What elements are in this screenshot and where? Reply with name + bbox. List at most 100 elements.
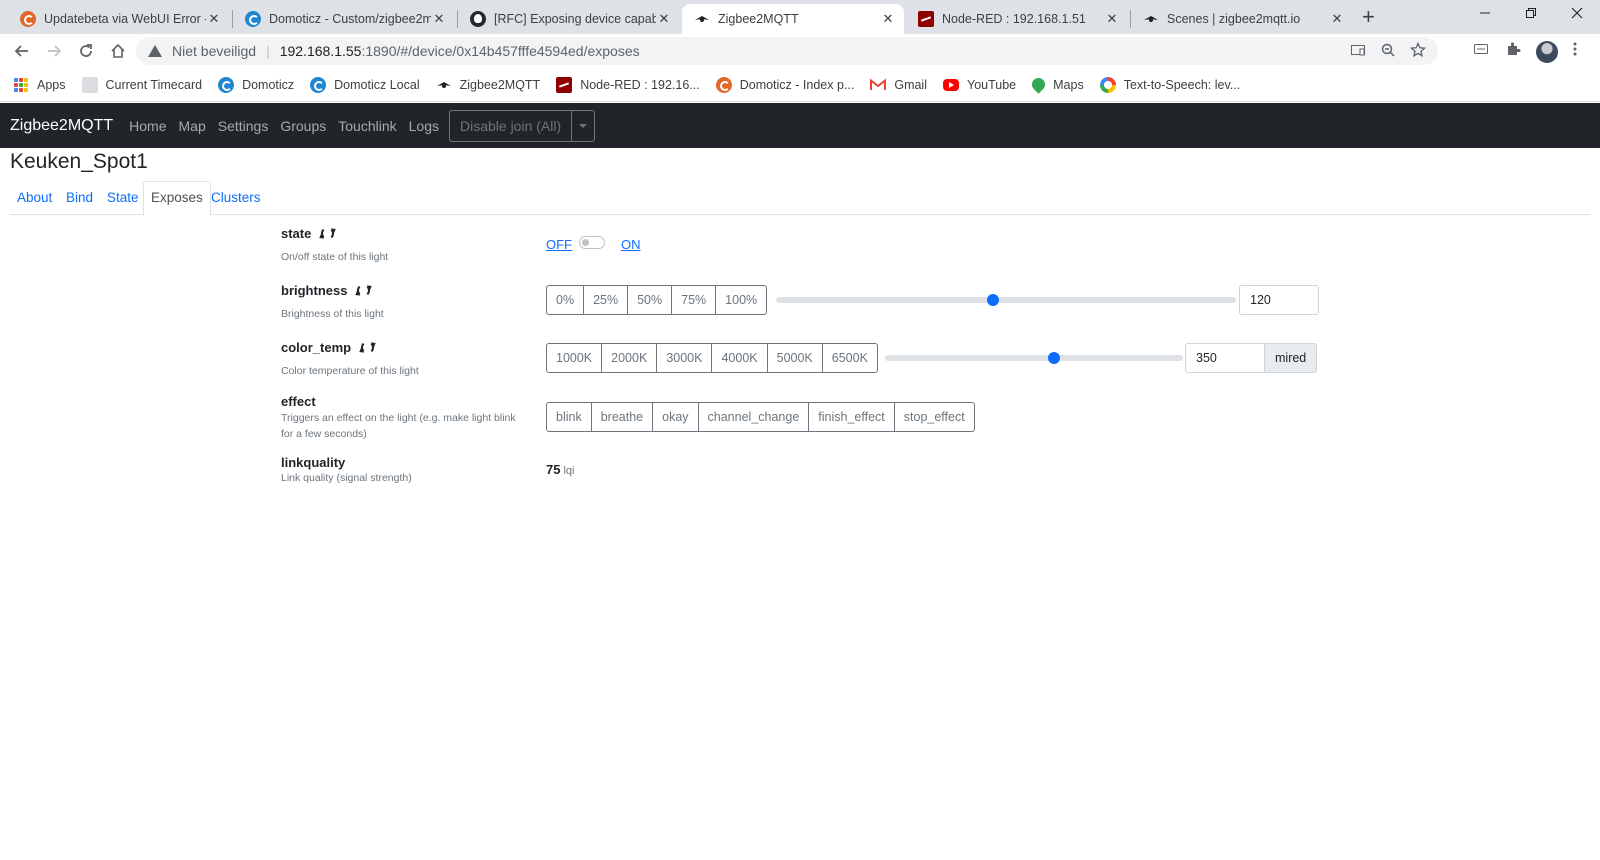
close-icon[interactable]: ✕ bbox=[431, 11, 447, 27]
close-icon[interactable]: ✕ bbox=[880, 11, 896, 27]
tab-bind[interactable]: Bind bbox=[59, 181, 100, 215]
menu-kebab-icon[interactable] bbox=[1572, 41, 1578, 57]
bookmark-label: Zigbee2MQTT bbox=[459, 77, 541, 92]
color-temp-preset-button[interactable]: 3000K bbox=[656, 344, 711, 372]
nav-groups[interactable]: Groups bbox=[274, 118, 332, 134]
browser-tab[interactable]: [RFC] Exposing device capabiliti ✕ bbox=[458, 4, 680, 34]
color-temp-preset-button[interactable]: 5000K bbox=[766, 344, 822, 372]
timecard-icon bbox=[81, 76, 98, 93]
tab-state[interactable]: State bbox=[100, 181, 146, 215]
back-button[interactable] bbox=[10, 39, 34, 63]
effect-button[interactable]: breathe bbox=[590, 403, 652, 431]
color-temp-unit: mired bbox=[1265, 343, 1318, 373]
brightness-preset-button[interactable]: 0% bbox=[547, 286, 583, 314]
expose-name-label: effect bbox=[281, 394, 316, 409]
bookmark-maps[interactable]: Maps bbox=[1029, 75, 1084, 94]
nav-home[interactable]: Home bbox=[123, 118, 172, 134]
close-window-button[interactable] bbox=[1554, 4, 1600, 28]
state-off-button[interactable]: OFF bbox=[546, 237, 572, 252]
star-icon[interactable] bbox=[1410, 42, 1426, 58]
color-temp-preset-button[interactable]: 6500K bbox=[821, 344, 877, 372]
brightness-preset-button[interactable]: 100% bbox=[715, 286, 766, 314]
expose-state: state On/off state of this light OFF ON bbox=[281, 226, 1321, 266]
state-toggle[interactable] bbox=[579, 236, 605, 249]
color-temp-slider[interactable] bbox=[885, 352, 1183, 364]
bookmark-youtube[interactable]: YouTube bbox=[943, 78, 1016, 92]
home-button[interactable] bbox=[106, 39, 130, 63]
color-temp-preset-button[interactable]: 4000K bbox=[711, 344, 766, 372]
effect-button[interactable]: channel_change bbox=[697, 403, 809, 431]
expose-description: Brightness of this light bbox=[281, 308, 384, 320]
tab-clusters[interactable]: Clusters bbox=[204, 181, 268, 215]
app-brand[interactable]: Zigbee2MQTT bbox=[10, 117, 113, 135]
color-temp-presets: 1000K 2000K 3000K 4000K 5000K 6500K bbox=[546, 343, 878, 373]
browser-tab-active[interactable]: Zigbee2MQTT ✕ bbox=[682, 4, 904, 34]
close-icon[interactable]: ✕ bbox=[206, 11, 222, 27]
nav-settings[interactable]: Settings bbox=[212, 118, 275, 134]
tab-exposes[interactable]: Exposes bbox=[143, 181, 211, 216]
join-dropdown-toggle[interactable] bbox=[572, 111, 594, 141]
bookmark-domoticz[interactable]: Domoticz bbox=[218, 76, 294, 93]
reload-icon bbox=[80, 44, 92, 57]
disable-join-button[interactable]: Disable join (All) bbox=[450, 110, 573, 141]
expose-linkquality: linkquality Link quality (signal strengt… bbox=[281, 455, 1321, 491]
state-on-button[interactable]: ON bbox=[621, 237, 641, 252]
bookmark-node-red[interactable]: Node-RED : 192.16... bbox=[556, 76, 700, 93]
close-icon[interactable]: ✕ bbox=[1104, 11, 1120, 27]
reload-button[interactable] bbox=[74, 39, 98, 63]
bookmark-apps[interactable]: Apps bbox=[14, 77, 66, 92]
restore-button[interactable] bbox=[1508, 4, 1554, 28]
nav-touchlink[interactable]: Touchlink bbox=[332, 118, 402, 134]
media-router-icon[interactable] bbox=[1473, 41, 1489, 57]
browser-tab[interactable]: Node-RED : 192.168.1.51 ✕ bbox=[906, 4, 1128, 34]
bookmark-domoticz-local[interactable]: Domoticz Local bbox=[310, 76, 420, 93]
nav-logs[interactable]: Logs bbox=[403, 118, 445, 134]
brightness-preset-button[interactable]: 25% bbox=[583, 286, 627, 314]
brightness-slider[interactable] bbox=[776, 294, 1236, 306]
refresh-icon[interactable] bbox=[361, 341, 375, 354]
bookmark-gmail[interactable]: Gmail bbox=[870, 77, 927, 93]
browser-tab[interactable]: Updatebeta via WebUI Error - D ✕ bbox=[8, 4, 230, 34]
expose-description: Color temperature of this light bbox=[281, 365, 419, 377]
browser-tab[interactable]: Scenes | zigbee2mqtt.io ✕ bbox=[1131, 4, 1353, 34]
color-temp-preset-button[interactable]: 1000K bbox=[547, 344, 601, 372]
bookmark-text-to-speech[interactable]: Text-to-Speech: lev... bbox=[1099, 76, 1240, 93]
slider-thumb[interactable] bbox=[1048, 352, 1061, 364]
color-temp-input[interactable]: 350 bbox=[1185, 343, 1265, 373]
address-bar[interactable]: Niet beveiligd | 192.168.1.55 :1890/#/de… bbox=[136, 37, 1438, 65]
brightness-preset-button[interactable]: 75% bbox=[671, 286, 715, 314]
effect-button[interactable]: finish_effect bbox=[808, 403, 893, 431]
minimize-button[interactable] bbox=[1462, 4, 1508, 28]
zoom-icon[interactable] bbox=[1380, 42, 1396, 58]
refresh-icon[interactable] bbox=[321, 227, 335, 240]
device-tabs: About Bind State Exposes Clusters bbox=[10, 181, 1590, 216]
brightness-input[interactable]: 120 bbox=[1239, 285, 1319, 315]
cast-icon[interactable] bbox=[1350, 42, 1366, 58]
color-temp-preset-button[interactable]: 2000K bbox=[601, 344, 656, 372]
brightness-preset-button[interactable]: 50% bbox=[627, 286, 671, 314]
new-tab-button[interactable]: + bbox=[1362, 6, 1375, 28]
refresh-icon[interactable] bbox=[357, 284, 371, 297]
effect-options: blink breathe okay channel_change finish… bbox=[546, 402, 975, 432]
effect-button[interactable]: blink bbox=[547, 403, 591, 431]
profile-avatar[interactable] bbox=[1536, 41, 1558, 63]
tab-about[interactable]: About bbox=[10, 181, 59, 215]
browser-tab[interactable]: Domoticz - Custom/zigbee2mqtt ✕ bbox=[233, 4, 455, 34]
security-label[interactable]: Niet beveiligd bbox=[172, 43, 256, 59]
domoticz-blue-icon bbox=[310, 76, 327, 93]
bookmark-zigbee2mqtt[interactable]: Zigbee2MQTT bbox=[436, 77, 541, 93]
bookmark-current-timecard[interactable]: Current Timecard bbox=[81, 76, 202, 93]
domoticz-blue-icon bbox=[245, 11, 261, 27]
effect-button[interactable]: stop_effect bbox=[893, 403, 974, 431]
nav-map[interactable]: Map bbox=[173, 118, 212, 134]
address-bar-actions bbox=[1350, 42, 1426, 58]
bookmark-domoticz-index[interactable]: Domoticz - Index p... bbox=[715, 76, 854, 93]
close-icon[interactable]: ✕ bbox=[1329, 11, 1345, 27]
extensions-icon[interactable] bbox=[1505, 41, 1521, 57]
close-icon[interactable]: ✕ bbox=[656, 11, 672, 27]
gmail-icon bbox=[870, 77, 887, 90]
restore-icon bbox=[1526, 8, 1536, 18]
effect-button[interactable]: okay bbox=[652, 403, 697, 431]
slider-thumb[interactable] bbox=[987, 294, 1000, 306]
forward-button[interactable] bbox=[42, 39, 66, 63]
